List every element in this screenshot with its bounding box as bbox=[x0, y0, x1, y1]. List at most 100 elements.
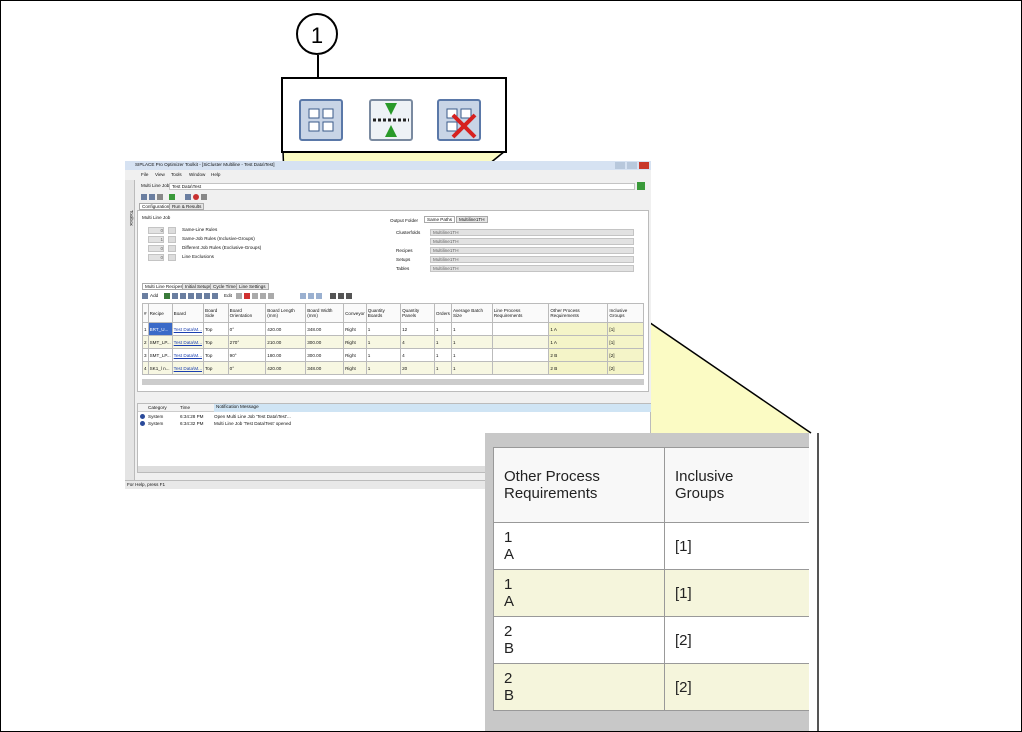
toolbox-sidebar[interactable]: Toolbox bbox=[125, 180, 135, 480]
group-cell[interactable]: [1] bbox=[664, 522, 809, 570]
output-row-value[interactable]: Multiline1TH bbox=[430, 256, 634, 263]
requirement-cell[interactable]: 2B bbox=[493, 663, 665, 711]
horizontal-scrollbar[interactable] bbox=[142, 379, 644, 385]
output-row-value[interactable]: Multiline1TH bbox=[430, 247, 634, 254]
job-select[interactable]: Test Data\Test bbox=[169, 183, 635, 190]
close-icon[interactable] bbox=[639, 162, 649, 169]
column-header[interactable]: Board Length (mm) bbox=[265, 303, 307, 323]
column-header[interactable]: Average Batch Size bbox=[450, 303, 493, 323]
tab-configuration[interactable]: Configuration bbox=[139, 203, 173, 210]
output-row-value[interactable]: Multiline1TH bbox=[430, 229, 634, 236]
group-cell[interactable]: [2] bbox=[664, 663, 809, 711]
rule-edit-button[interactable] bbox=[168, 254, 176, 261]
add-icon[interactable] bbox=[142, 293, 148, 299]
cell[interactable]: Right bbox=[343, 322, 367, 336]
cell[interactable]: 420.00 bbox=[265, 322, 307, 336]
table-row[interactable]: 1 BRT_U... Test Data\M... Top 0° 420.00 … bbox=[142, 322, 644, 336]
grid-small-icon[interactable] bbox=[212, 293, 218, 299]
cell[interactable]: 0° bbox=[227, 322, 267, 336]
grid-icon[interactable] bbox=[300, 293, 306, 299]
menu-file[interactable]: File bbox=[141, 172, 148, 178]
rule-edit-button[interactable] bbox=[168, 236, 176, 243]
requirement-cell[interactable]: 1A bbox=[493, 569, 665, 617]
cell[interactable]: 1 bbox=[450, 361, 493, 375]
cell[interactable]: Right bbox=[343, 361, 367, 375]
cell[interactable]: 90° bbox=[227, 348, 267, 362]
cell[interactable]: 1 bbox=[450, 348, 493, 362]
output-row-value[interactable]: Multiline1TH bbox=[430, 265, 634, 272]
column-header[interactable]: Other Process Requirements bbox=[548, 303, 609, 323]
cell[interactable]: 1 bbox=[365, 335, 402, 349]
cell[interactable]: 1 A bbox=[548, 335, 609, 349]
column-header[interactable]: Conveyor bbox=[343, 303, 367, 323]
export-icon[interactable] bbox=[196, 293, 202, 299]
cell[interactable]: 420.00 bbox=[265, 361, 307, 375]
maximize-icon[interactable] bbox=[627, 162, 637, 169]
column-header[interactable]: Recipe bbox=[147, 303, 173, 323]
rule-edit-button[interactable] bbox=[168, 245, 176, 252]
cell[interactable]: 1 bbox=[450, 335, 493, 349]
cell[interactable]: Right bbox=[343, 348, 367, 362]
output-row-value[interactable]: Multiline1TH bbox=[430, 238, 634, 245]
cell[interactable]: Top bbox=[203, 348, 229, 362]
group-cell[interactable]: [1] bbox=[664, 569, 809, 617]
group-cell[interactable]: [2] bbox=[664, 616, 809, 664]
edit-icon[interactable] bbox=[236, 293, 242, 299]
cell[interactable] bbox=[491, 348, 550, 362]
column-header[interactable]: Quantity Boards bbox=[365, 303, 402, 323]
column-header[interactable]: Orders bbox=[433, 303, 452, 323]
save-icon[interactable] bbox=[141, 194, 147, 200]
cell[interactable]: 1 bbox=[365, 322, 402, 336]
board-link[interactable]: Test Data\M... bbox=[171, 322, 205, 336]
report-icon[interactable] bbox=[201, 194, 207, 200]
table-row[interactable]: 1A [1] bbox=[493, 569, 809, 617]
table-row[interactable]: 2 SMT_LP... Test Data\M... Top 270° 210.… bbox=[142, 335, 644, 349]
cell[interactable] bbox=[491, 335, 550, 349]
cell[interactable]: [1] bbox=[607, 322, 644, 336]
menu-tools[interactable]: Tools bbox=[171, 172, 182, 178]
cell[interactable]: 1 bbox=[365, 361, 402, 375]
list-icon[interactable] bbox=[204, 293, 210, 299]
column-header[interactable]: Inclusive Groups bbox=[607, 303, 644, 323]
table-row[interactable]: 2B [2] bbox=[493, 616, 809, 664]
cell[interactable]: [2] bbox=[607, 348, 644, 362]
cell[interactable]: BRT_U... bbox=[147, 322, 173, 336]
go-button[interactable] bbox=[637, 182, 645, 190]
grid-icon[interactable] bbox=[299, 99, 343, 141]
requirement-cell[interactable]: 1A bbox=[493, 522, 665, 570]
column-header[interactable]: Category bbox=[148, 405, 167, 411]
cell[interactable]: SMT_LP... bbox=[147, 348, 173, 362]
unlink-icon[interactable] bbox=[260, 293, 266, 299]
merge-arrows-icon[interactable] bbox=[369, 99, 413, 141]
cell[interactable]: 1 bbox=[433, 361, 452, 375]
tab-multiline[interactable]: Multiline1TH bbox=[456, 216, 488, 223]
cell[interactable]: 1 bbox=[450, 322, 493, 336]
cell[interactable]: 270° bbox=[227, 335, 267, 349]
requirement-cell[interactable]: 2B bbox=[493, 616, 665, 664]
cell[interactable]: SMT_LP... bbox=[147, 335, 173, 349]
minimize-icon[interactable] bbox=[615, 162, 625, 169]
filter-icon[interactable] bbox=[330, 293, 336, 299]
link-icon[interactable] bbox=[252, 293, 258, 299]
cell[interactable]: 300.00 bbox=[305, 348, 345, 362]
cell[interactable]: 12 bbox=[400, 322, 435, 336]
column-header[interactable]: Board Side bbox=[203, 303, 229, 323]
column-header[interactable]: Board Orientation bbox=[227, 303, 267, 323]
cell[interactable]: Right bbox=[343, 335, 367, 349]
cell[interactable]: 300.00 bbox=[305, 335, 345, 349]
board-link[interactable]: Test Data\M... bbox=[171, 348, 205, 362]
column-header[interactable]: Line Process Requirements bbox=[491, 303, 550, 323]
stop-icon[interactable] bbox=[193, 194, 199, 200]
paste-icon[interactable] bbox=[172, 293, 178, 299]
cell[interactable]: 1 bbox=[433, 348, 452, 362]
column-header[interactable]: Time bbox=[180, 405, 190, 411]
cell[interactable]: Top bbox=[203, 322, 229, 336]
table-row[interactable]: 1A [1] bbox=[493, 522, 809, 570]
board-link[interactable]: Test Data\M... bbox=[171, 361, 205, 375]
cell[interactable]: Top bbox=[203, 361, 229, 375]
menu-window[interactable]: Window bbox=[189, 172, 205, 178]
column-header[interactable]: Board Width (mm) bbox=[305, 303, 345, 323]
run-icon[interactable] bbox=[169, 194, 175, 200]
cell[interactable]: [2] bbox=[607, 361, 644, 375]
column-header[interactable]: Notification Message bbox=[214, 404, 651, 412]
